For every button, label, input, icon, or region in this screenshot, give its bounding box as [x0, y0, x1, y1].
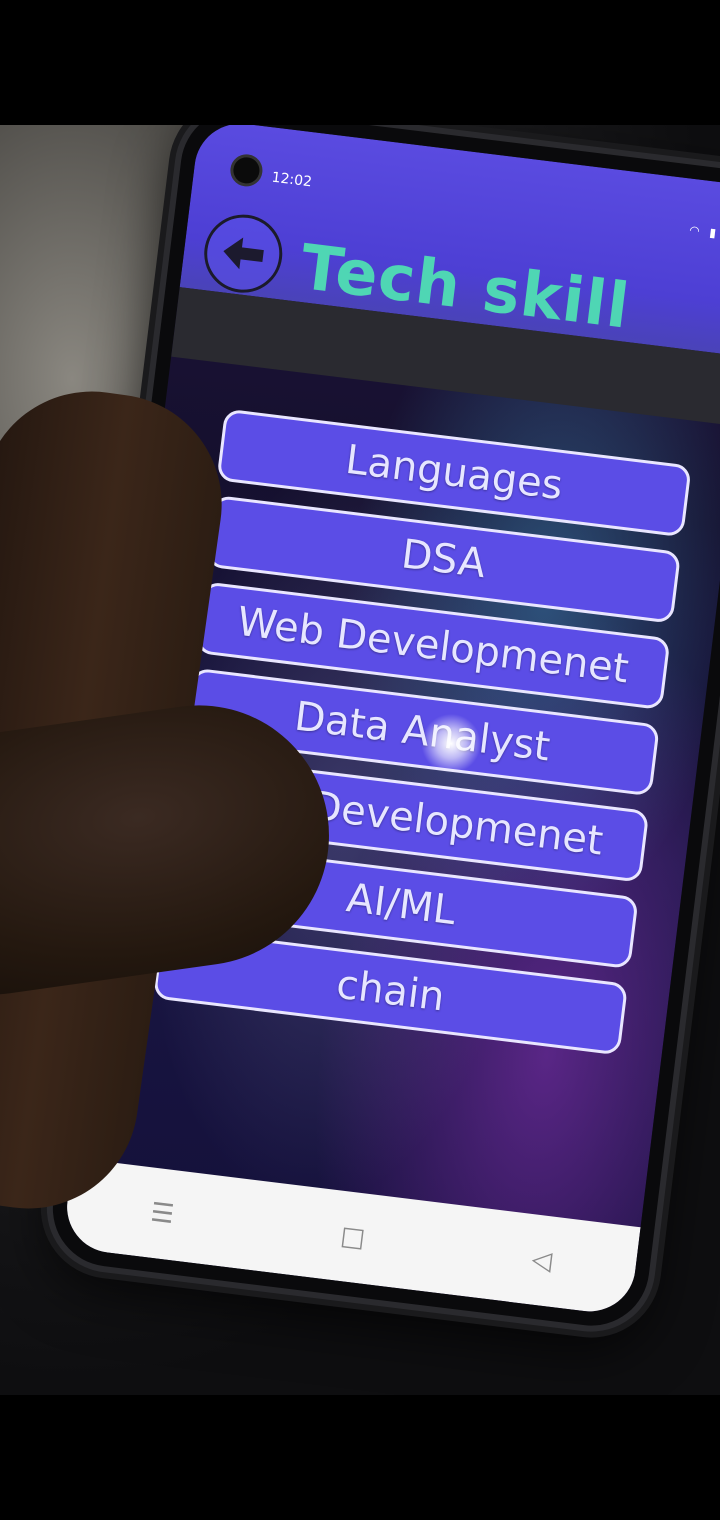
square-icon[interactable]: □: [339, 1221, 367, 1254]
letterbox-top: [0, 0, 720, 125]
letterbox-bottom: [0, 1395, 720, 1520]
triangle-back-icon[interactable]: ◁: [530, 1244, 554, 1276]
back-button[interactable]: [199, 210, 287, 298]
status-icons: ◠ ▮ ▭: [689, 223, 720, 243]
signal-icon: ▮: [708, 225, 720, 241]
hamburger-icon[interactable]: ☰: [149, 1198, 176, 1231]
status-time: 12:02: [270, 169, 313, 191]
arrow-left-icon: [223, 237, 264, 270]
wifi-icon: ◠: [688, 222, 704, 239]
camera-hole: [228, 152, 265, 189]
photo-scene: 12:02 ◠ ▮ ▭ Tech skill Languages DSA Web…: [0, 0, 720, 1520]
